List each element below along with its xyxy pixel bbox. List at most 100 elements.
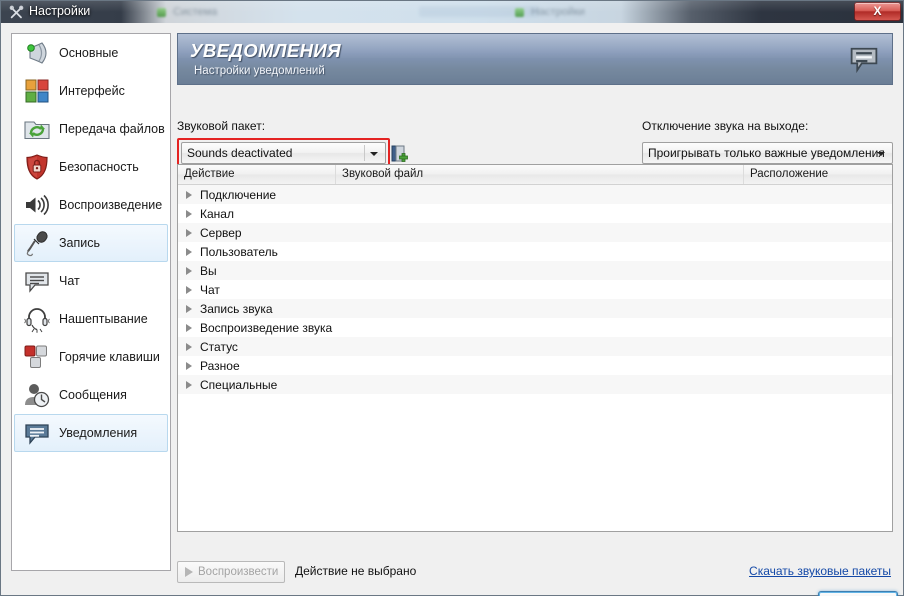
expand-triangle-icon[interactable] <box>186 266 192 275</box>
expand-triangle-icon[interactable] <box>186 323 192 332</box>
sidebar-item-label: Чат <box>59 274 80 288</box>
expand-triangle-icon[interactable] <box>186 247 192 256</box>
sidebar-item-label: Уведомления <box>59 426 138 440</box>
sidebar-item-capture[interactable]: Запись <box>14 224 168 262</box>
row-action-label: Воспроизведение звука <box>200 320 333 335</box>
speaker-globe-icon <box>21 37 53 69</box>
keyboard-keys-icon <box>21 341 53 373</box>
table-row[interactable]: Вы <box>178 261 892 280</box>
download-soundpacks-link[interactable]: Скачать звуковые пакеты <box>749 564 891 578</box>
speaker-waves-icon <box>21 189 53 221</box>
play-button[interactable]: Воспроизвести <box>177 561 285 583</box>
row-action-label: Статус <box>200 339 238 354</box>
panel-banner: УВЕДОМЛЕНИЯ Настройки уведомлений <box>177 33 893 85</box>
sidebar-item-general[interactable]: Основные <box>14 34 168 72</box>
row-action-label: Запись звука <box>200 301 273 316</box>
page-subtitle: Настройки уведомлений <box>194 65 325 77</box>
row-action-label: Сервер <box>200 225 242 240</box>
mute-output-select[interactable]: Проигрывать только важные уведомления <box>642 142 893 164</box>
row-action-label: Вы <box>200 263 217 278</box>
row-action-label: Разное <box>200 358 240 373</box>
combo-separator <box>364 145 365 161</box>
folder-sync-icon <box>21 113 53 145</box>
chat-bubble-icon <box>21 265 53 297</box>
background-window-ghost: Система <box>173 6 218 18</box>
notification-icon <box>846 42 882 78</box>
expand-triangle-icon[interactable] <box>186 342 192 351</box>
table-row[interactable]: Статус <box>178 337 892 356</box>
settings-window: Система Настройки Настройки X Основные И… <box>0 0 904 596</box>
ok-button[interactable]: ОК <box>818 591 898 596</box>
table-row[interactable]: Пользователь <box>178 242 892 261</box>
table-row[interactable]: Запись звука <box>178 299 892 318</box>
soundpack-select-value: Sounds deactivated <box>187 146 293 160</box>
sidebar-item-label: Запись <box>59 236 101 250</box>
window-title: Настройки <box>29 4 91 18</box>
tools-icon <box>9 5 24 20</box>
soundpack-label: Звуковой пакет: <box>177 119 266 133</box>
background-window-ghost-dot <box>157 8 166 17</box>
column-header-action[interactable]: Действие <box>178 165 336 184</box>
sidebar-item-whisper[interactable]: Нашептывание <box>14 300 168 338</box>
table-body: Подключение Канал Сервер Пользователь Вы… <box>178 185 892 394</box>
soundpack-select[interactable]: Sounds deactivated <box>181 142 386 164</box>
settings-panel: УВЕДОМЛЕНИЯ Настройки уведомлений Звуков… <box>177 33 898 596</box>
sidebar-item-hotkeys[interactable]: Горячие клавиши <box>14 338 168 376</box>
row-action-label: Пользователь <box>200 244 278 259</box>
sidebar-item-label: Основные <box>59 46 119 60</box>
sidebar-item-label: Нашептывание <box>59 312 148 326</box>
expand-triangle-icon[interactable] <box>186 285 192 294</box>
window-content: Основные Интерфейс Передача файлов Безоп… <box>1 23 903 596</box>
sidebar-item-messages[interactable]: Сообщения <box>14 376 168 414</box>
notification-icon <box>21 417 53 449</box>
page-title: УВЕДОМЛЕНИЯ <box>190 40 341 61</box>
add-soundpack-button[interactable] <box>389 144 412 165</box>
sounds-table: Действие Звуковой файл Расположение Подк… <box>177 164 893 532</box>
close-button[interactable]: X <box>854 2 901 21</box>
sidebar-item-chat[interactable]: Чат <box>14 262 168 300</box>
microphone-icon <box>21 227 53 259</box>
play-button-label: Воспроизвести <box>198 566 279 578</box>
table-row[interactable]: Разное <box>178 356 892 375</box>
expand-triangle-icon[interactable] <box>186 304 192 313</box>
user-message-icon <box>21 379 53 411</box>
column-header-soundfile[interactable]: Звуковой файл <box>336 165 744 184</box>
headset-whisper-icon <box>21 303 53 335</box>
sidebar-item-label: Безопасность <box>59 160 139 174</box>
expand-triangle-icon[interactable] <box>186 361 192 370</box>
column-header-location[interactable]: Расположение <box>744 165 892 184</box>
sidebar-item-label: Воспроизведение <box>59 198 163 212</box>
table-header-row: Действие Звуковой файл Расположение <box>178 165 892 185</box>
sidebar-item-notifications[interactable]: Уведомления <box>14 414 168 452</box>
table-row[interactable]: Специальные <box>178 375 892 394</box>
table-row[interactable]: Подключение <box>178 185 892 204</box>
play-icon <box>185 567 193 577</box>
sidebar-item-security[interactable]: Безопасность <box>14 148 168 186</box>
expand-triangle-icon[interactable] <box>186 190 192 199</box>
add-soundpack-icon <box>389 144 412 165</box>
sidebar-item-interface[interactable]: Интерфейс <box>14 72 168 110</box>
shield-lock-icon <box>21 151 53 183</box>
expand-triangle-icon[interactable] <box>186 228 192 237</box>
settings-sidebar: Основные Интерфейс Передача файлов Безоп… <box>11 33 171 571</box>
selection-status: Действие не выбрано <box>295 564 417 578</box>
expand-triangle-icon[interactable] <box>186 380 192 389</box>
table-row[interactable]: Чат <box>178 280 892 299</box>
sidebar-item-label: Передача файлов <box>59 122 165 136</box>
expand-triangle-icon[interactable] <box>186 209 192 218</box>
table-row[interactable]: Канал <box>178 204 892 223</box>
chevron-down-icon <box>877 152 885 156</box>
sidebar-item-label: Горячие клавиши <box>59 350 160 364</box>
table-row[interactable]: Сервер <box>178 223 892 242</box>
row-action-label: Специальные <box>200 377 278 392</box>
sidebar-item-label: Сообщения <box>59 388 127 402</box>
sidebar-item-label: Интерфейс <box>59 84 125 98</box>
sidebar-item-file-transfer[interactable]: Передача файлов <box>14 110 168 148</box>
row-action-label: Чат <box>200 282 220 297</box>
chevron-down-icon <box>370 152 378 156</box>
table-row[interactable]: Воспроизведение звука <box>178 318 892 337</box>
background-window-ghost-2: Настройки <box>531 6 585 18</box>
mute-output-label: Отключение звука на выходе: <box>642 119 809 133</box>
sidebar-item-playback[interactable]: Воспроизведение <box>14 186 168 224</box>
row-action-label: Подключение <box>200 187 277 202</box>
